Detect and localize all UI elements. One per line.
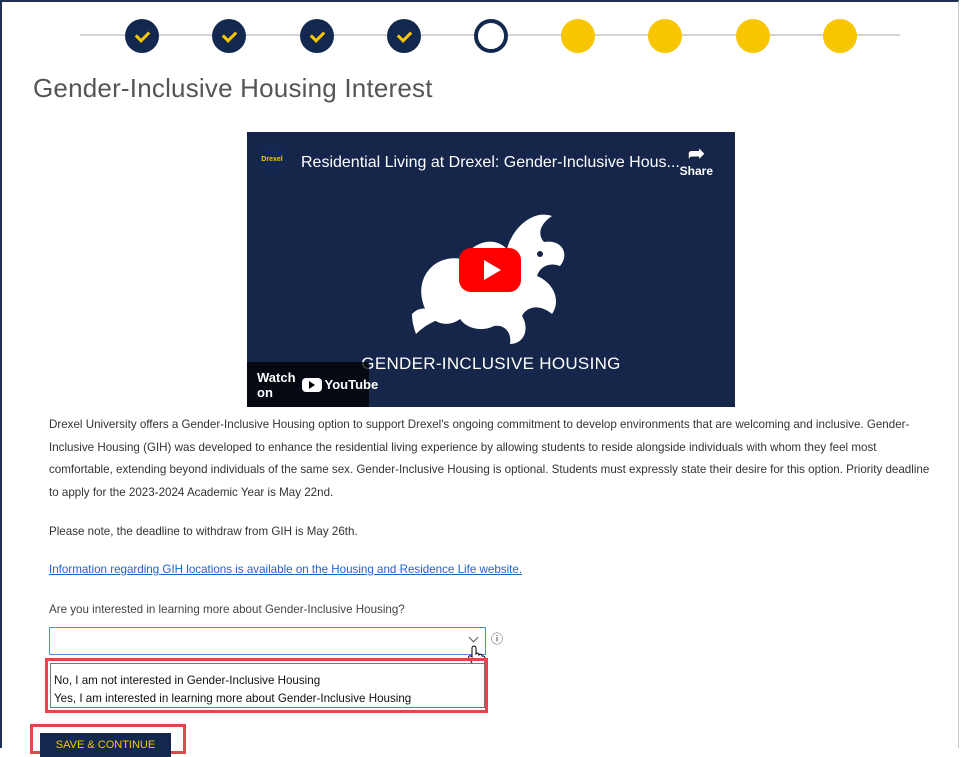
youtube-badge: YouTube [301,377,379,392]
page-title: Gender-Inclusive Housing Interest [33,73,433,103]
interest-options-list[interactable]: No, I am not interested in Gender-Inclus… [50,663,485,708]
description-text: Drexel University offers a Gender-Inclus… [49,418,930,499]
share-arrow-icon: ➦ [687,143,705,165]
interest-question-label: Are you interested in learning more abou… [49,603,405,616]
progress-step-6 [561,19,595,53]
video-player[interactable]: Drexel Residential Living at Drexel: Gen… [247,132,735,407]
progress-step-2 [212,19,246,53]
option-interested[interactable]: Yes, I am interested in learning more ab… [54,692,411,705]
progress-step-5 [474,19,508,53]
watch-on-label: Watch on [257,369,296,400]
channel-logo[interactable]: Drexel [257,144,287,174]
check-icon [134,26,150,43]
share-button[interactable]: ➦ Share [680,144,713,178]
progress-step-4 [387,19,421,53]
youtube-icon [301,377,322,392]
video-title[interactable]: Residential Living at Drexel: Gender-Inc… [301,154,680,172]
channel-logo-text: Drexel [261,155,283,163]
save-and-continue-button[interactable]: SAVE & CONTINUE [40,733,171,757]
check-icon [221,26,237,43]
check-icon [396,26,412,43]
progress-step-7 [648,19,682,53]
check-icon [309,26,325,43]
gih-locations-link[interactable]: Information regarding GIH locations is a… [49,563,522,576]
info-icon[interactable]: ⓘ [491,630,503,647]
share-label: Share [679,164,713,178]
progress-step-1 [125,19,159,53]
watch-on-youtube-button[interactable]: Watch on YouTube [247,362,378,407]
option-not-interested[interactable]: No, I am not interested in Gender-Inclus… [54,674,320,687]
withdraw-note: Please note, the deadline to withdraw fr… [49,525,358,538]
play-button[interactable] [459,248,521,292]
youtube-label: YouTube [324,377,379,392]
progress-step-3 [300,19,334,53]
progress-step-9 [823,19,857,53]
interest-select[interactable] [49,627,486,655]
progress-step-8 [736,19,770,53]
play-icon [483,260,501,280]
chevron-down-icon[interactable] [468,632,479,643]
